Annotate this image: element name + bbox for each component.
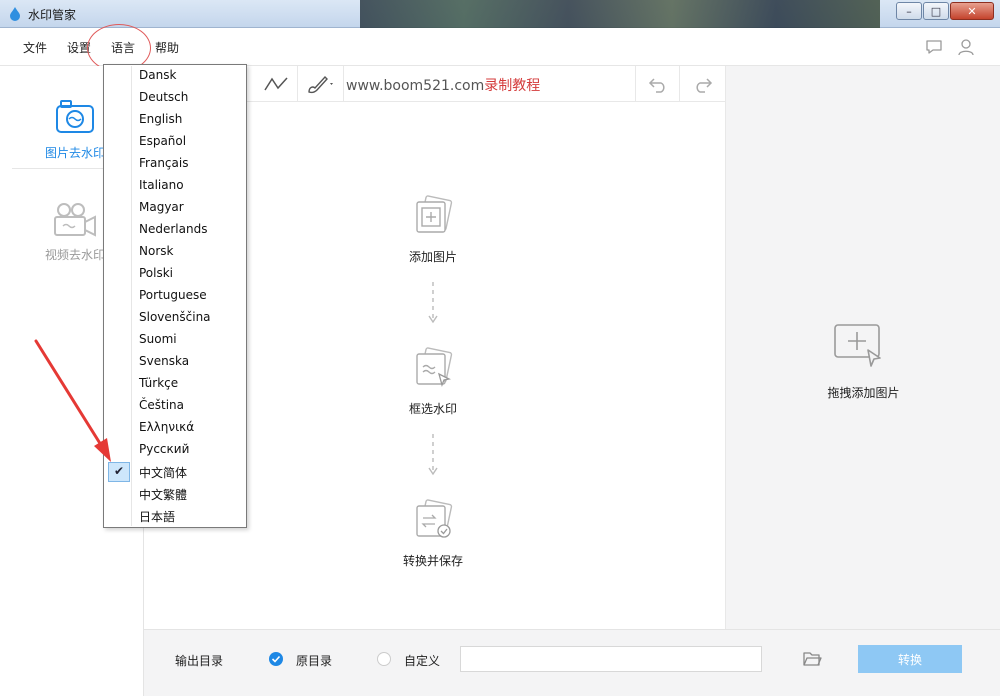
add-image-icon — [416, 195, 453, 233]
video-camera-icon — [54, 203, 96, 237]
check-icon — [271, 655, 281, 663]
language-option[interactable]: Dansk — [105, 65, 245, 87]
language-option[interactable]: Nederlands — [105, 219, 245, 241]
language-option-label: Čeština — [139, 398, 185, 412]
line-tool-button[interactable] — [254, 66, 298, 102]
language-option[interactable]: Čeština — [105, 395, 245, 417]
language-option[interactable]: Français — [105, 153, 245, 175]
language-option-label: Español — [139, 134, 187, 148]
language-option-label: 中文繁體 — [139, 488, 188, 502]
title-bar: 水印管家 – □ ✕ — [0, 0, 1000, 28]
watermark-overlay-text: www.boom521.com录制教程 — [346, 75, 540, 95]
step-convert-save: 转换并保存 — [373, 498, 493, 569]
checkmark-icon: ✔ — [108, 462, 130, 482]
language-option-label: Slovenščina — [139, 310, 211, 324]
language-option-label: Русский — [139, 442, 190, 456]
minimize-button[interactable]: – — [896, 2, 922, 20]
menu-file[interactable]: 文件 — [23, 39, 47, 56]
language-option[interactable]: English — [105, 109, 245, 131]
language-option-label: 中文简体 — [139, 466, 188, 480]
language-option[interactable]: Español — [105, 131, 245, 153]
language-option[interactable]: Norsk — [105, 241, 245, 263]
overlay-url: www.boom521.com — [346, 78, 485, 94]
language-option[interactable]: Italiano — [105, 175, 245, 197]
language-option[interactable]: Deutsch — [105, 87, 245, 109]
language-dropdown: Dansk Deutsch English Español Français Italia… — [103, 64, 247, 528]
drop-zone[interactable]: 拖拽添加图片 — [725, 66, 1000, 629]
camera-icon — [56, 100, 94, 133]
language-option-label: Magyar — [139, 200, 184, 214]
drag-add-image-icon — [834, 324, 881, 367]
language-option-label: Dansk — [139, 68, 177, 82]
undo-button[interactable] — [635, 66, 680, 102]
brush-icon — [307, 75, 333, 94]
brush-tool-button[interactable] — [298, 66, 344, 102]
menu-help[interactable]: 帮助 — [155, 39, 179, 56]
language-option[interactable]: 中文繁體 — [105, 483, 245, 505]
language-option[interactable]: 日本語 — [105, 505, 245, 527]
custom-dir-radio[interactable] — [377, 652, 391, 666]
language-option[interactable]: Türkçe — [105, 373, 245, 395]
step-label: 框选水印 — [408, 402, 457, 416]
language-option-label: Deutsch — [139, 90, 189, 104]
overlay-caption: 录制教程 — [484, 78, 541, 94]
original-dir-radio[interactable] — [269, 652, 283, 666]
language-option-label: 日本語 — [139, 510, 176, 524]
step-label: 转换并保存 — [402, 554, 463, 568]
close-button[interactable]: ✕ — [950, 2, 994, 20]
language-option[interactable]: Magyar — [105, 197, 245, 219]
output-dir-label: 输出目录 — [175, 654, 224, 668]
polyline-icon — [263, 77, 288, 91]
language-option[interactable]: Suomi — [105, 329, 245, 351]
output-bar: 输出目录 原目录 自定义 转换 — [144, 629, 1000, 696]
language-option-label: Portuguese — [139, 288, 207, 302]
language-option-label: Italiano — [139, 178, 184, 192]
language-option[interactable]: ✔ 中文简体 — [105, 461, 245, 483]
language-option[interactable]: Portuguese — [105, 285, 245, 307]
language-option[interactable]: Slovenščina — [105, 307, 245, 329]
language-option-label: Norsk — [139, 244, 174, 258]
flow-arrow-icon — [428, 282, 438, 324]
language-option[interactable]: Ελληνικά — [105, 417, 245, 439]
output-path-input[interactable] — [460, 646, 762, 672]
redo-button[interactable] — [680, 66, 725, 102]
step-add-image[interactable]: 添加图片 — [373, 194, 493, 265]
original-dir-label[interactable]: 原目录 — [296, 652, 332, 669]
language-option-label: Français — [139, 156, 189, 170]
language-option-label: Türkçe — [139, 376, 179, 390]
language-option[interactable]: Svenska — [105, 351, 245, 373]
language-option-label: Ελληνικά — [139, 420, 195, 434]
language-option-label: Nederlands — [139, 222, 208, 236]
convert-button[interactable]: 转换 — [858, 645, 962, 673]
flow-arrow-icon — [428, 434, 438, 476]
drop-zone-label: 拖拽添加图片 — [827, 386, 900, 400]
user-icon[interactable] — [956, 37, 976, 57]
language-option-label: Svenska — [139, 354, 190, 368]
language-option-label: Polski — [139, 266, 174, 280]
undo-icon — [648, 78, 665, 93]
window-controls: – □ ✕ — [895, 2, 994, 20]
app-logo-icon — [10, 7, 20, 21]
language-option[interactable]: Polski — [105, 263, 245, 285]
folder-icon[interactable] — [802, 650, 822, 668]
background-thumbnails — [360, 0, 880, 28]
custom-dir-label[interactable]: 自定义 — [404, 652, 440, 669]
window-title: 水印管家 — [28, 8, 77, 22]
language-option[interactable]: Русский — [105, 439, 245, 461]
language-option-label: English — [139, 112, 183, 126]
feedback-icon[interactable] — [924, 37, 944, 57]
redo-icon — [695, 78, 712, 93]
language-option-label: Suomi — [139, 332, 177, 346]
select-watermark-icon — [416, 347, 453, 388]
maximize-button[interactable]: □ — [923, 2, 949, 20]
convert-save-icon — [416, 499, 453, 538]
step-select-watermark: 框选水印 — [373, 346, 493, 417]
step-label: 添加图片 — [408, 250, 457, 264]
